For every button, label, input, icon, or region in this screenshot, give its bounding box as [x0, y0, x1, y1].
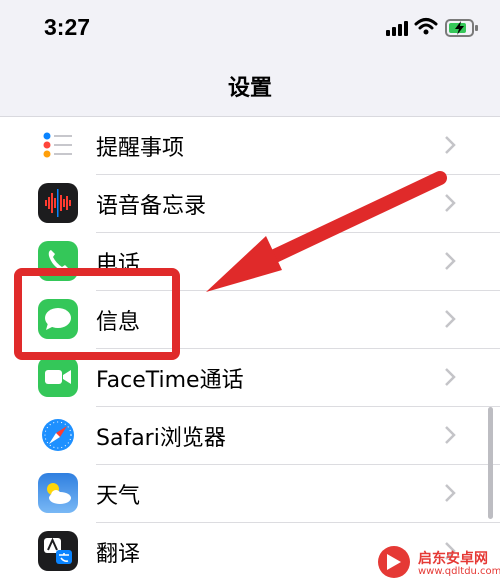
weather-icon	[38, 473, 78, 513]
chevron-right-icon	[445, 310, 456, 328]
chevron-right-icon	[445, 484, 456, 502]
translate-icon	[38, 531, 78, 571]
settings-row-label: Safari浏览器	[96, 426, 226, 451]
settings-row-label: FaceTime通话	[96, 368, 244, 393]
reminders-icon	[38, 125, 78, 165]
nav-bar: 设置	[0, 56, 500, 117]
watermark-text: 启东安卓网	[418, 551, 488, 567]
status-bar: 3:27	[0, 0, 500, 56]
settings-row-label: 翻译	[96, 542, 141, 567]
safari-icon	[38, 415, 78, 455]
voice-memos-icon	[38, 183, 78, 223]
cellular-signal-icon	[386, 21, 408, 36]
list-scrollbar[interactable]	[488, 407, 493, 519]
settings-row-voice-memos[interactable]: 语音备忘录	[0, 175, 500, 233]
chevron-right-icon	[445, 136, 456, 154]
annotation-highlight-box	[14, 268, 180, 360]
chevron-right-icon	[445, 194, 456, 212]
settings-row-safari[interactable]: Safari浏览器	[0, 407, 500, 465]
battery-charging-icon	[445, 19, 478, 37]
chevron-right-icon	[445, 426, 456, 444]
wifi-icon	[414, 18, 438, 35]
settings-row-label: 提醒事项	[96, 136, 185, 161]
watermark-url: www.qdltdu.com	[418, 566, 500, 577]
page-title: 设置	[227, 76, 272, 101]
settings-row-label: 语音备忘录	[96, 194, 207, 219]
chevron-right-icon	[445, 252, 456, 270]
facetime-icon	[38, 357, 78, 397]
status-time: 3:27	[44, 14, 91, 40]
settings-row-label: 天气	[96, 484, 141, 509]
chevron-right-icon	[445, 368, 456, 386]
settings-row-weather[interactable]: 天气	[0, 465, 500, 523]
settings-row-reminders[interactable]: 提醒事项	[0, 117, 500, 175]
